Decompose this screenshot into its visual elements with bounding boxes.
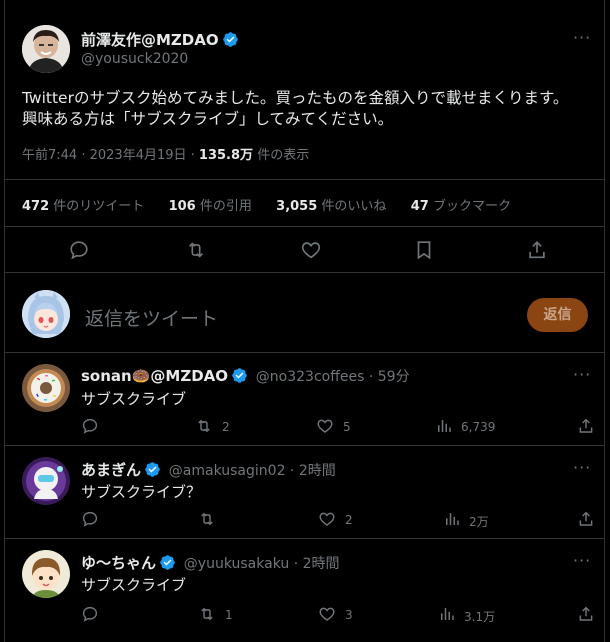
reply-icon[interactable] [68, 239, 90, 261]
views-count: 2万 [469, 515, 489, 529]
like-icon[interactable] [318, 510, 336, 528]
tweet-text-line-1: Twitterのサブスク始めてみました。買ったものを金額入りで載せまくります。 [22, 89, 569, 107]
more-options-icon[interactable]: ··· [573, 365, 591, 384]
reply-author-name[interactable]: あまぎん [81, 461, 141, 479]
engagement-stats: 472 件のリツイート 106 件の引用 3,055 件のいいね 47 ブックマ… [22, 195, 511, 214]
like-icon[interactable] [318, 605, 336, 623]
share-icon[interactable] [526, 239, 548, 261]
more-options-icon[interactable]: ··· [573, 458, 591, 477]
retweet-icon[interactable] [195, 417, 213, 435]
author-name[interactable]: 前澤友作@MZDAO [81, 31, 219, 49]
retweets-label: 件のリツイート [53, 199, 145, 214]
tweet-time[interactable]: 午前7:44 [22, 148, 77, 163]
retweet-icon[interactable] [198, 605, 216, 623]
meta-separator: · [77, 148, 90, 163]
views-count: 3.1万 [464, 610, 496, 624]
reply-time[interactable]: 2時間 [299, 463, 336, 479]
author-handle[interactable]: @yousuck2020 [81, 51, 188, 67]
reply-time[interactable]: 59分 [378, 369, 410, 385]
share-icon[interactable] [577, 417, 595, 435]
views-icon[interactable] [435, 417, 453, 435]
author-avatar[interactable] [22, 25, 70, 73]
like-icon[interactable] [316, 417, 334, 435]
meta-separator: · [364, 369, 378, 385]
retweets-stat[interactable]: 472 件のリツイート [22, 199, 144, 214]
reply-time[interactable]: 2時間 [303, 556, 340, 572]
like-icon[interactable] [300, 239, 322, 261]
retweet-icon[interactable] [185, 239, 207, 261]
verified-badge-icon [144, 461, 161, 478]
reply-author-handle[interactable]: @yuukusakaku [184, 556, 289, 572]
meta-separator: · [289, 556, 303, 572]
tweet-date[interactable]: 2023年4月19日 [90, 148, 187, 163]
likes-count: 3,055 [276, 199, 318, 214]
divider [5, 179, 604, 180]
reply-item[interactable]: あまぎん @amakusagin02 · 2時間 ··· サブスクライブ？ 2 … [5, 446, 606, 538]
retweet-count: 1 [225, 608, 233, 622]
more-options-icon[interactable]: ··· [573, 551, 591, 570]
quotes-count: 106 [168, 199, 196, 214]
reply-author-handle[interactable]: @no323coffees [256, 369, 365, 385]
reply-text: サブスクライブ [81, 390, 187, 408]
verified-badge-icon [231, 367, 248, 384]
verified-badge-icon [159, 554, 176, 571]
views-count[interactable]: 135.8万 [199, 148, 253, 163]
reply-icon[interactable] [81, 605, 99, 623]
reply-button[interactable]: 返信 [527, 298, 588, 332]
reply-text: サブスクライブ？ [81, 483, 202, 501]
share-icon[interactable] [577, 605, 595, 623]
likes-label: 件のいいね [321, 199, 387, 214]
quotes-label: 件の引用 [199, 199, 252, 214]
tweet-text-line-2: 興味ある方は「サブスクライブ」してみてください。 [22, 110, 394, 128]
like-count: 3 [345, 608, 353, 622]
reply-item[interactable]: sonan🍩@MZDAO @no323coffees · 59分 ··· サブス… [5, 353, 606, 445]
reply-author-name[interactable]: ゆ〜ちゃん [81, 554, 156, 572]
divider [5, 226, 604, 227]
views-icon[interactable] [438, 605, 456, 623]
views-icon[interactable] [443, 510, 461, 528]
share-icon[interactable] [577, 510, 595, 528]
tweet-text: Twitterのサブスク始めてみました。買ったものを金額入りで載せまくります。 … [22, 88, 592, 130]
reply-avatar[interactable] [22, 550, 70, 598]
verified-badge-icon [222, 31, 239, 48]
like-count: 5 [343, 420, 351, 434]
divider [5, 272, 604, 273]
tweet-meta: 午前7:44 · 2023年4月19日 · 135.8万 件の表示 [22, 144, 309, 163]
reply-author-name[interactable]: sonan🍩@MZDAO [81, 367, 228, 385]
reply-icon[interactable] [81, 510, 99, 528]
reply-author-handle[interactable]: @amakusagin02 [169, 463, 286, 479]
bookmark-icon[interactable] [413, 239, 435, 261]
reply-text: サブスクライブ [81, 576, 187, 594]
like-count: 2 [345, 513, 353, 527]
likes-stat[interactable]: 3,055 件のいいね [276, 199, 386, 214]
reply-item[interactable]: ゆ〜ちゃん @yuukusakaku · 2時間 ··· サブスクライブ 1 3… [5, 539, 606, 642]
retweet-icon[interactable] [198, 510, 216, 528]
meta-separator: · [186, 148, 199, 163]
reply-icon[interactable] [81, 417, 99, 435]
my-avatar[interactable] [22, 290, 70, 338]
more-options-icon[interactable]: ··· [573, 28, 591, 47]
bookmarks-stat[interactable]: 47 ブックマーク [411, 199, 511, 214]
bookmarks-count: 47 [410, 199, 429, 214]
retweets-count: 472 [22, 199, 50, 214]
tweet-detail-panel: 前澤友作@MZDAO @yousuck2020 ··· Twitterのサブスク… [4, 0, 605, 642]
views-count: 6,739 [461, 420, 496, 434]
reply-avatar[interactable] [22, 364, 70, 412]
bookmarks-label: ブックマーク [432, 199, 511, 214]
retweet-count: 2 [222, 420, 230, 434]
meta-separator: · [285, 463, 299, 479]
views-label: 件の表示 [257, 148, 310, 163]
quotes-stat[interactable]: 106 件の引用 [169, 199, 252, 214]
reply-input[interactable]: 返信をツイート [85, 304, 218, 331]
reply-avatar[interactable] [22, 457, 70, 505]
